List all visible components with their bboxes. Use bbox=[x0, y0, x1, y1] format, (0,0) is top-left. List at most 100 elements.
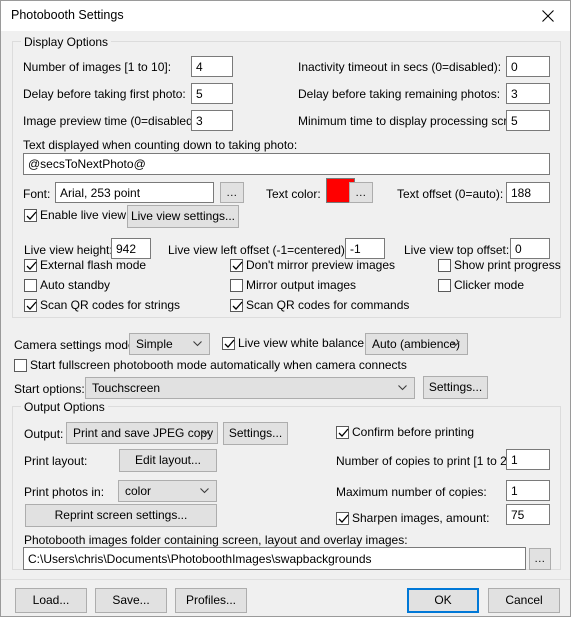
chevron-down-icon bbox=[451, 341, 460, 347]
auto-standby-label: Auto standby bbox=[40, 278, 111, 292]
delay-first-photo-label: Delay before taking first photo: bbox=[23, 87, 186, 101]
start-options-settings-button[interactable]: Settings... bbox=[423, 376, 488, 399]
display-options-group: Display Options bbox=[12, 35, 561, 318]
number-of-images-label: Number of images [1 to 10]: bbox=[23, 60, 172, 74]
camera-settings-mode-value: Simple bbox=[136, 337, 173, 351]
checkbox-box bbox=[24, 258, 37, 272]
chevron-down-icon bbox=[200, 488, 209, 494]
external-flash-mode-checkbox[interactable]: External flash mode bbox=[24, 258, 146, 272]
min-processing-screen-input[interactable] bbox=[506, 110, 550, 131]
start-options-combo[interactable]: Touchscreen bbox=[85, 377, 415, 399]
checkbox-box bbox=[230, 278, 243, 292]
print-photos-in-label: Print photos in: bbox=[24, 485, 105, 499]
confirm-before-printing-checkbox[interactable]: Confirm before printing bbox=[336, 425, 474, 439]
print-photos-in-combo[interactable]: color bbox=[118, 480, 217, 502]
camera-settings-mode-label: Camera settings mode: bbox=[14, 338, 139, 352]
save-button[interactable]: Save... bbox=[95, 588, 167, 613]
clicker-mode-checkbox[interactable]: Clicker mode bbox=[438, 278, 524, 292]
mirror-output-images-label: Mirror output images bbox=[246, 278, 357, 292]
delay-remaining-photos-input[interactable] bbox=[506, 83, 550, 104]
delay-remaining-photos-label: Delay before taking remaining photos: bbox=[298, 87, 501, 101]
images-folder-label: Photobooth images folder containing scre… bbox=[24, 533, 408, 547]
live-view-white-balance-label: Live view white balance: bbox=[238, 336, 368, 350]
auto-standby-checkbox[interactable]: Auto standby bbox=[24, 278, 110, 292]
ok-button[interactable]: OK bbox=[407, 588, 479, 613]
checkbox-box bbox=[222, 336, 235, 350]
delay-first-photo-input[interactable] bbox=[191, 83, 233, 104]
start-options-label: Start options: bbox=[14, 382, 85, 396]
images-folder-browse-button[interactable]: ... bbox=[529, 548, 551, 570]
scan-qr-commands-label: Scan QR codes for commands bbox=[246, 298, 410, 312]
dont-mirror-preview-label: Don't mirror preview images bbox=[246, 258, 395, 272]
checkbox-box bbox=[14, 358, 27, 372]
output-label: Output: bbox=[24, 427, 64, 441]
photobooth-settings-dialog: Photobooth Settings Display Options Numb… bbox=[0, 0, 571, 617]
live-view-left-offset-label: Live view left offset (-1=centered): bbox=[168, 243, 349, 257]
scan-qr-strings-checkbox[interactable]: Scan QR codes for strings bbox=[24, 298, 180, 312]
start-fullscreen-checkbox[interactable]: Start fullscreen photobooth mode automat… bbox=[14, 358, 407, 372]
start-fullscreen-label: Start fullscreen photobooth mode automat… bbox=[30, 358, 407, 372]
output-combo[interactable]: Print and save JPEG copy bbox=[66, 422, 218, 444]
live-view-white-balance-checkbox[interactable]: Live view white balance: bbox=[222, 336, 367, 350]
print-photos-in-value: color bbox=[125, 484, 152, 498]
checkbox-box bbox=[24, 298, 37, 312]
white-balance-combo[interactable]: Auto (ambience) bbox=[365, 333, 468, 355]
close-icon[interactable] bbox=[525, 1, 570, 30]
cancel-button[interactable]: Cancel bbox=[488, 588, 560, 613]
checkbox-box bbox=[24, 278, 37, 292]
checkbox-box bbox=[336, 425, 349, 439]
text-offset-label: Text offset (0=auto): bbox=[397, 187, 504, 201]
sharpen-images-checkbox[interactable]: Sharpen images, amount: bbox=[336, 511, 489, 525]
live-view-top-offset-label: Live view top offset: bbox=[404, 243, 510, 257]
live-view-height-label: Live view height: bbox=[24, 243, 113, 257]
start-options-value: Touchscreen bbox=[92, 381, 161, 395]
external-flash-mode-label: External flash mode bbox=[40, 258, 147, 272]
enable-live-view-checkbox[interactable]: Enable live view bbox=[24, 208, 126, 222]
checkbox-box bbox=[438, 258, 451, 272]
chevron-down-icon bbox=[201, 430, 210, 436]
output-options-legend: Output Options bbox=[21, 400, 108, 414]
white-balance-value: Auto (ambience) bbox=[372, 337, 461, 351]
maximum-copies-input[interactable] bbox=[506, 480, 550, 501]
number-of-copies-input[interactable] bbox=[506, 449, 550, 470]
checkbox-box bbox=[230, 298, 243, 312]
font-input[interactable] bbox=[55, 182, 214, 203]
inactivity-timeout-label: Inactivity timeout in secs (0=disabled): bbox=[298, 60, 502, 74]
reprint-screen-settings-button[interactable]: Reprint screen settings... bbox=[25, 504, 217, 527]
checkbox-box bbox=[230, 258, 243, 272]
dont-mirror-preview-checkbox[interactable]: Don't mirror preview images bbox=[230, 258, 395, 272]
camera-settings-mode-combo[interactable]: Simple bbox=[129, 333, 210, 355]
countdown-text-label: Text displayed when counting down to tak… bbox=[23, 138, 298, 152]
output-settings-button[interactable]: Settings... bbox=[223, 422, 288, 445]
sharpen-images-label: Sharpen images, amount: bbox=[352, 511, 490, 525]
sharpen-images-input[interactable] bbox=[506, 504, 550, 525]
profiles-button[interactable]: Profiles... bbox=[175, 588, 247, 613]
text-color-label: Text color: bbox=[266, 187, 321, 201]
countdown-text-input[interactable] bbox=[23, 153, 550, 175]
inactivity-timeout-input[interactable] bbox=[506, 56, 550, 77]
load-button[interactable]: Load... bbox=[15, 588, 87, 613]
font-browse-button[interactable]: ... bbox=[220, 182, 244, 203]
confirm-before-printing-label: Confirm before printing bbox=[352, 425, 475, 439]
edit-layout-button[interactable]: Edit layout... bbox=[119, 449, 217, 472]
live-view-height-input[interactable] bbox=[111, 238, 151, 259]
image-preview-time-input[interactable] bbox=[191, 110, 233, 131]
images-folder-input[interactable] bbox=[23, 547, 526, 570]
live-view-left-offset-input[interactable] bbox=[345, 238, 385, 259]
print-layout-label: Print layout: bbox=[24, 454, 88, 468]
checkbox-box bbox=[336, 511, 349, 525]
number-of-images-input[interactable] bbox=[191, 56, 233, 77]
checkbox-box bbox=[438, 278, 451, 292]
show-print-progress-checkbox[interactable]: Show print progress bbox=[438, 258, 561, 272]
live-view-settings-button[interactable]: Live view settings... bbox=[127, 205, 239, 228]
text-color-browse-button[interactable]: ... bbox=[349, 182, 373, 203]
text-offset-input[interactable] bbox=[506, 182, 550, 203]
live-view-top-offset-input[interactable] bbox=[510, 238, 550, 259]
mirror-output-images-checkbox[interactable]: Mirror output images bbox=[230, 278, 356, 292]
display-options-legend: Display Options bbox=[21, 35, 112, 49]
output-value: Print and save JPEG copy bbox=[73, 426, 214, 440]
scan-qr-commands-checkbox[interactable]: Scan QR codes for commands bbox=[230, 298, 409, 312]
show-print-progress-label: Show print progress bbox=[454, 258, 561, 272]
font-label: Font: bbox=[23, 187, 51, 201]
clicker-mode-label: Clicker mode bbox=[454, 278, 525, 292]
